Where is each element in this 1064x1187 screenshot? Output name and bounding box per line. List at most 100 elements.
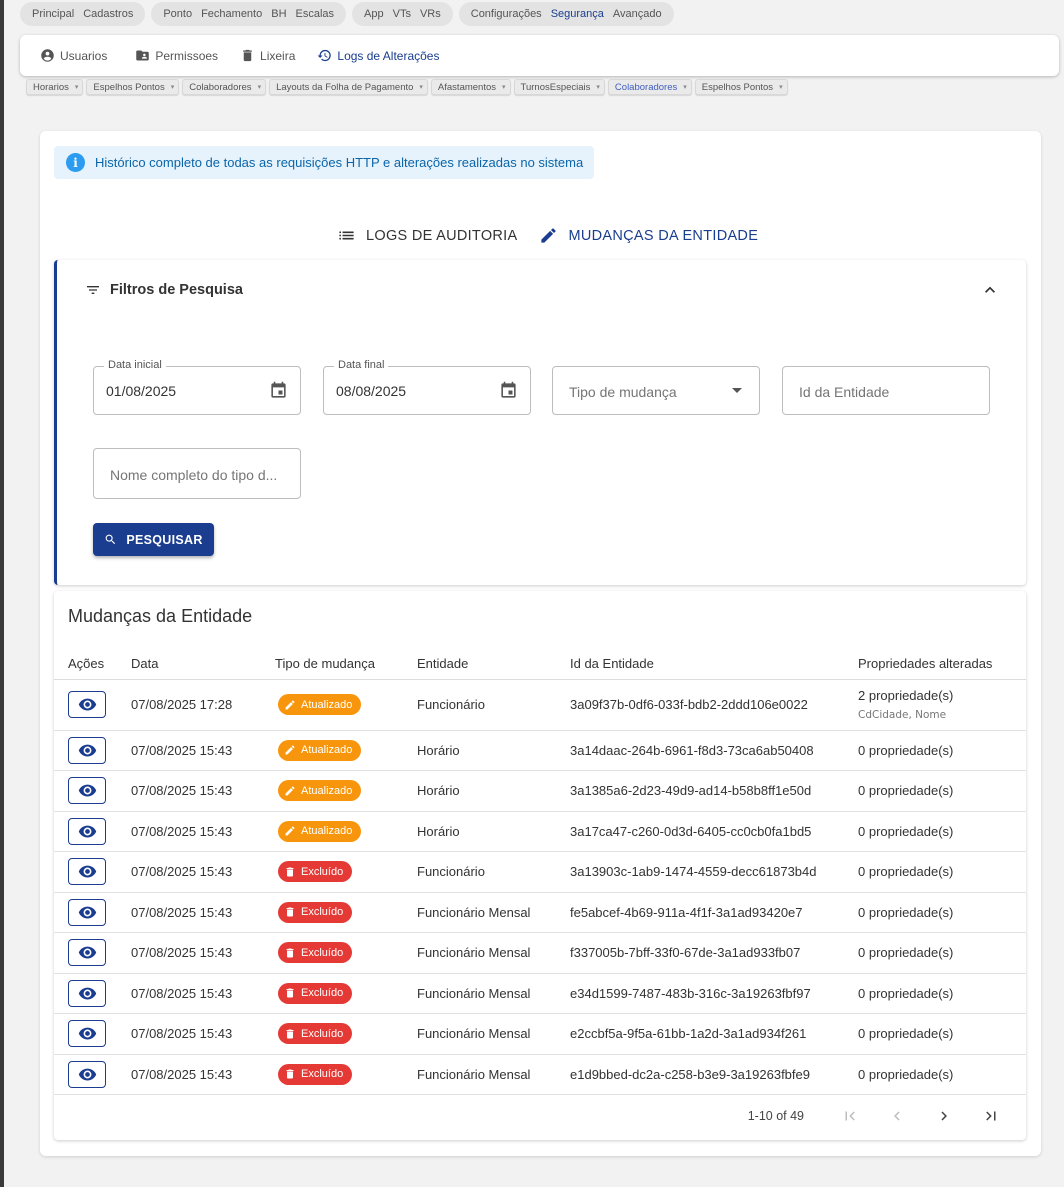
props-cell: 0 propriedade(s)	[858, 811, 1026, 852]
date-end-field[interactable]: Data final 08/08/2025	[323, 359, 531, 415]
menu-item[interactable]: Segurança	[551, 8, 604, 20]
view-details-button[interactable]	[68, 691, 106, 718]
chevron-down-icon[interactable]: ▾	[258, 83, 262, 91]
change-type-label: Excluído	[301, 865, 344, 878]
tab-audit-logs[interactable]: LOGS DE AUDITORIA	[337, 226, 517, 245]
date-start-field[interactable]: Data inicial 01/08/2025	[93, 359, 301, 415]
chevron-down-icon[interactable]: ▾	[779, 83, 783, 91]
date-cell: 07/08/2025 17:28	[131, 679, 275, 731]
info-icon: i	[66, 153, 85, 172]
tab-entity-changes[interactable]: MUDANÇAS DA ENTIDADE	[539, 226, 758, 245]
calendar-icon[interactable]	[499, 381, 518, 400]
chevron-up-icon[interactable]	[980, 280, 1000, 300]
open-tab-label: Colaboradores	[189, 81, 252, 93]
chevron-left-icon	[893, 1111, 900, 1121]
open-tab-chip[interactable]: Espelhos Pontos ▾	[694, 79, 788, 95]
menu-item[interactable]: Escalas	[296, 8, 335, 20]
open-tab-chip[interactable]: Colaboradores ▾	[182, 79, 267, 95]
search-button[interactable]: PESQUISAR	[93, 523, 214, 556]
chevron-down-icon[interactable]: ▾	[502, 83, 506, 91]
menu-group: App VTs VRs	[352, 2, 453, 26]
last-page-button[interactable]	[967, 1104, 1014, 1128]
entity-id-input[interactable]: Id da Entidade	[782, 366, 990, 415]
change-type-label: Excluído	[301, 1027, 344, 1040]
subnav-lixeira[interactable]: Lixeira	[232, 42, 303, 70]
menu-item[interactable]: Ponto	[163, 8, 192, 20]
date-cell: 07/08/2025 15:43	[131, 1054, 275, 1095]
subnav-permissoes-label: Permissoes	[155, 48, 219, 63]
trash-icon	[286, 948, 294, 958]
props-count: 0 propriedade(s)	[858, 904, 954, 920]
view-details-button[interactable]	[68, 1020, 106, 1048]
table-row: 07/08/2025 15:43 Excluído Funcionário Me…	[54, 1013, 1026, 1055]
date-cell: 07/08/2025 15:43	[131, 851, 275, 893]
chevron-down-icon[interactable]: ▾	[75, 83, 79, 91]
props-cell: 0 propriedade(s)	[858, 770, 1026, 812]
type-cell: Excluído	[275, 1054, 417, 1095]
type-cell: Excluído	[275, 973, 417, 1014]
trash-icon	[286, 988, 294, 998]
change-type-label: Atualizado	[301, 744, 353, 757]
date-end-label: Data final	[334, 359, 389, 371]
menu-item[interactable]: Fechamento	[201, 8, 262, 20]
open-tab-label: Horarios	[33, 81, 69, 93]
entity-id-cell: 3a14daac-264b-6961-f8d3-73ca6ab50408	[570, 730, 858, 771]
first-page-button[interactable]	[826, 1104, 873, 1128]
type-name-input[interactable]: Nome completo do tipo d...	[93, 448, 301, 499]
chevron-down-icon[interactable]: ▾	[171, 83, 175, 91]
subnav-logs[interactable]: Logs de Alterações	[309, 42, 447, 70]
actions-cell	[54, 679, 131, 731]
calendar-icon[interactable]	[269, 381, 288, 400]
open-tab-chip[interactable]: Horarios ▾	[26, 79, 84, 95]
search-icon	[105, 534, 116, 545]
entity-cell: Horário	[417, 811, 570, 852]
menu-item[interactable]: VTs	[393, 8, 411, 20]
date-cell: 07/08/2025 15:43	[131, 811, 275, 852]
menu-item[interactable]: BH	[271, 8, 286, 20]
eye-icon	[78, 906, 96, 919]
eye-icon	[78, 946, 96, 959]
change-type-select[interactable]: Tipo de mudança	[552, 366, 760, 415]
open-tab-chip[interactable]: Colaboradores ▾	[607, 79, 692, 95]
eye-icon	[78, 784, 96, 797]
open-tab-chip[interactable]: Afastamentos ▾	[430, 79, 511, 95]
change-type-placeholder: Tipo de mudança	[569, 384, 677, 400]
actions-cell	[54, 1054, 131, 1095]
open-tab-chip[interactable]: TurnosEspeciais ▾	[513, 79, 605, 95]
subnav-permissoes[interactable]: Permissoes	[127, 42, 226, 70]
view-details-button[interactable]	[68, 817, 106, 845]
prev-page-button[interactable]	[873, 1104, 920, 1128]
list-icon	[339, 231, 354, 240]
subnav-usuarios[interactable]: Usuarios	[32, 42, 115, 70]
view-details-button[interactable]	[68, 979, 106, 1007]
chevron-down-icon[interactable]: ▾	[683, 83, 687, 91]
change-type-badge: Excluído	[278, 861, 353, 883]
menu-item[interactable]: Configurações	[471, 8, 542, 20]
chevron-down-icon[interactable]: ▾	[419, 83, 423, 91]
tab-audit-label: LOGS DE AUDITORIA	[366, 227, 518, 244]
menu-item[interactable]: App	[364, 8, 384, 20]
chevron-down-icon[interactable]: ▾	[596, 83, 600, 91]
eye-icon	[78, 825, 96, 838]
view-details-button[interactable]	[68, 777, 106, 805]
chevron-right-icon	[940, 1111, 947, 1121]
open-tab-chip[interactable]: Layouts da Folha de Pagamento ▾	[269, 79, 428, 95]
menu-item[interactable]: Avançado	[613, 8, 662, 20]
view-details-button[interactable]	[68, 858, 106, 886]
header-acoes: Ações	[54, 648, 131, 680]
eye-icon	[78, 987, 96, 1000]
menu-item[interactable]: VRs	[420, 8, 441, 20]
next-page-button[interactable]	[920, 1104, 967, 1128]
menu-item[interactable]: Cadastros	[83, 8, 133, 20]
props-cell: 0 propriedade(s)	[858, 730, 1026, 771]
actions-cell	[54, 770, 131, 812]
type-cell: Atualizado	[275, 679, 417, 731]
view-details-button[interactable]	[68, 1060, 106, 1088]
open-tab-chip[interactable]: Espelhos Pontos ▾	[86, 79, 180, 95]
view-details-button[interactable]	[68, 736, 106, 764]
pencil-icon	[285, 786, 295, 796]
view-details-button[interactable]	[68, 939, 106, 967]
props-cell: 2 propriedade(s) CdCidade, Nome	[858, 679, 1026, 731]
menu-item[interactable]: Principal	[32, 8, 74, 20]
view-details-button[interactable]	[68, 898, 106, 926]
